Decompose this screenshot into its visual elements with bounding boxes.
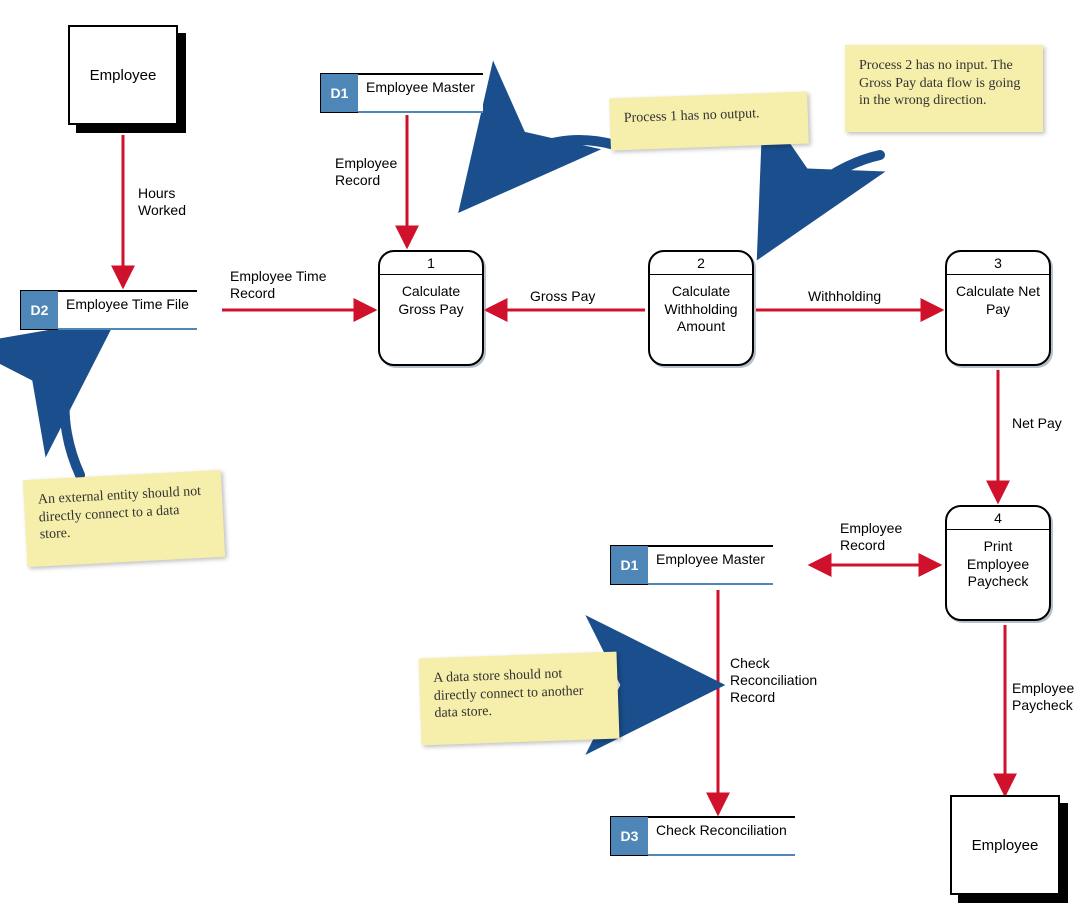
note-arrow-3 bbox=[65, 332, 98, 475]
label-check-recon-record: Check Reconciliation Record bbox=[730, 655, 850, 705]
note-arrow-2 bbox=[768, 155, 880, 240]
datastore-id: D1 bbox=[320, 73, 358, 113]
note-text: A data store should not directly connect… bbox=[433, 666, 584, 720]
label-net-pay: Net Pay bbox=[1012, 415, 1062, 432]
process-3: 3 Calculate Net Pay bbox=[945, 250, 1051, 366]
entity-label: Employee bbox=[90, 67, 157, 84]
arrows-layer bbox=[0, 0, 1091, 914]
process-1: 1 Calculate Gross Pay bbox=[378, 250, 484, 366]
note-process1-no-output: Process 1 has no output. bbox=[609, 92, 809, 150]
label-gross-pay: Gross Pay bbox=[530, 288, 620, 305]
datastore-name: Employee Master bbox=[648, 545, 773, 585]
note-arrow-1 bbox=[473, 140, 615, 195]
process-num: 4 bbox=[947, 507, 1049, 530]
process-name: Print Employee Paycheck bbox=[947, 530, 1049, 599]
note-process2-no-input: Process 2 has no input. The Gross Pay da… bbox=[845, 45, 1043, 132]
label-employee-record-right: Employee Record bbox=[840, 520, 930, 554]
entity-label: Employee bbox=[972, 837, 1039, 854]
process-4: 4 Print Employee Paycheck bbox=[945, 505, 1051, 621]
label-hours-worked: Hours Worked bbox=[138, 185, 208, 219]
datastore-name: Employee Time File bbox=[58, 290, 197, 330]
note-text: An external entity should not directly c… bbox=[38, 484, 202, 542]
label-employee-record-top: Employee Record bbox=[335, 155, 425, 189]
datastore-d1-bottom: D1 Employee Master bbox=[610, 545, 773, 585]
note-text: Process 2 has no input. The Gross Pay da… bbox=[859, 58, 1020, 108]
process-name: Calculate Net Pay bbox=[947, 275, 1049, 326]
label-employee-time-record: Employee Time Record bbox=[230, 268, 350, 302]
datastore-id: D1 bbox=[610, 545, 648, 585]
label-withholding: Withholding bbox=[808, 288, 918, 305]
process-num: 2 bbox=[650, 252, 752, 275]
datastore-d3: D3 Check Reconciliation bbox=[610, 816, 795, 856]
note-text: Process 1 has no output. bbox=[624, 106, 760, 126]
datastore-name: Check Reconciliation bbox=[648, 816, 795, 856]
datastore-id: D3 bbox=[610, 816, 648, 856]
datastore-name: Employee Master bbox=[358, 73, 483, 113]
datastore-d2: D2 Employee Time File bbox=[20, 290, 197, 330]
process-num: 3 bbox=[947, 252, 1049, 275]
datastore-id: D2 bbox=[20, 290, 58, 330]
note-entity-to-datastore: An external entity should not directly c… bbox=[23, 470, 225, 567]
label-employee-paycheck: Employee Paycheck bbox=[1012, 680, 1091, 714]
datastore-d1-top: D1 Employee Master bbox=[320, 73, 483, 113]
process-2: 2 Calculate Withholding Amount bbox=[648, 250, 754, 366]
process-name: Calculate Gross Pay bbox=[380, 275, 482, 326]
process-num: 1 bbox=[380, 252, 482, 275]
process-name: Calculate Withholding Amount bbox=[650, 275, 752, 344]
note-datastore-to-datastore: A data store should not directly connect… bbox=[419, 652, 620, 745]
